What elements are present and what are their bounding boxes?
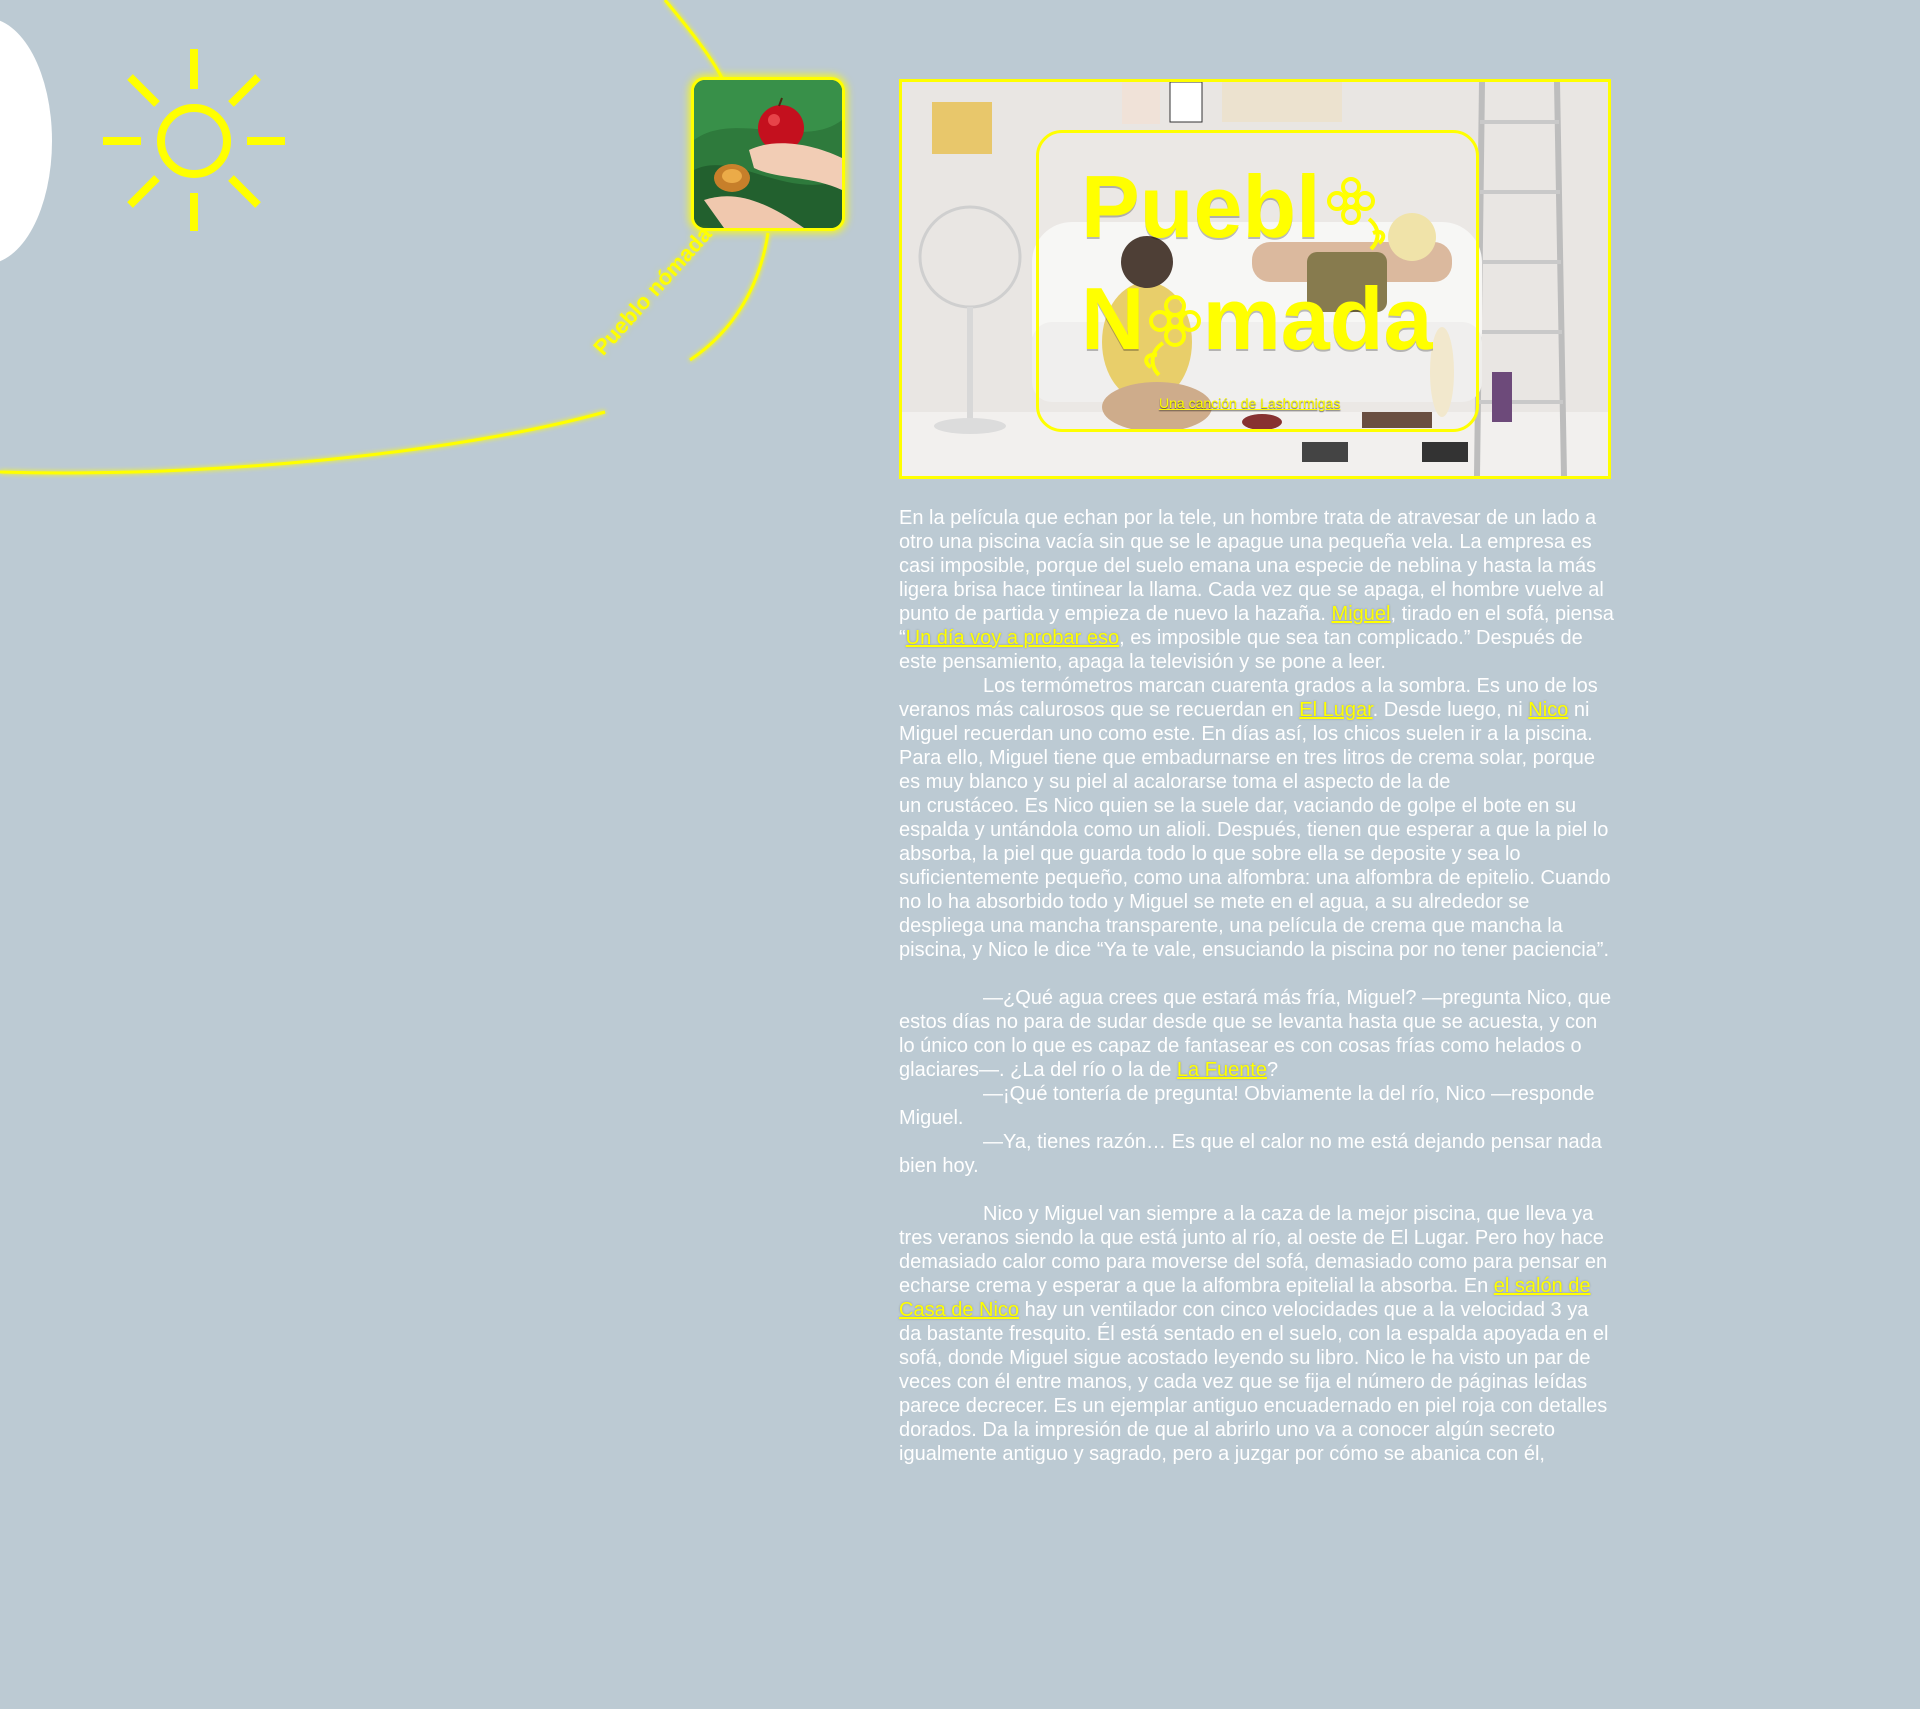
story-paragraph: En la película que echan por la tele, un…	[899, 507, 1614, 673]
flower-icon	[1321, 163, 1385, 251]
story-paragraph: —¡Qué tontería de pregunta! Obviamente l…	[899, 1083, 1595, 1129]
title-card: Puebl N mada Una canción de Lashormigas	[1036, 130, 1479, 432]
story-paragraph: —¿Qué agua crees que estará más fría, Mi…	[899, 987, 1612, 1081]
story-paragraph: Los termómetros marcan cuarenta grados a…	[899, 675, 1611, 961]
character-link-nico[interactable]: Nico	[1528, 699, 1568, 721]
apple-photo	[694, 80, 842, 228]
place-link-el-lugar[interactable]: El Lugar	[1299, 699, 1372, 721]
hero-banner: Puebl N mada Una canción de Lashormigas	[899, 79, 1611, 479]
story-text: En la película que echan por la tele, un…	[899, 506, 1615, 1466]
quote-link[interactable]: Un día voy a probar eso	[906, 627, 1119, 649]
story-paragraph: —Ya, tienes razón… Es que el calor no me…	[899, 1131, 1602, 1177]
thumbnail-image[interactable]	[691, 77, 845, 231]
title-line-2: N mada	[1081, 275, 1432, 377]
story-paragraph: Nico y Miguel van siempre a la caza de l…	[899, 1203, 1609, 1465]
sun-icon	[103, 49, 285, 231]
title-line-1: Puebl	[1081, 163, 1385, 251]
character-link-miguel[interactable]: Miguel	[1332, 603, 1391, 625]
flower-icon	[1143, 275, 1203, 377]
place-link-la-fuente[interactable]: La Fuente	[1177, 1059, 1267, 1081]
song-credit-link[interactable]: Una canción de Lashormigas	[1159, 395, 1340, 411]
